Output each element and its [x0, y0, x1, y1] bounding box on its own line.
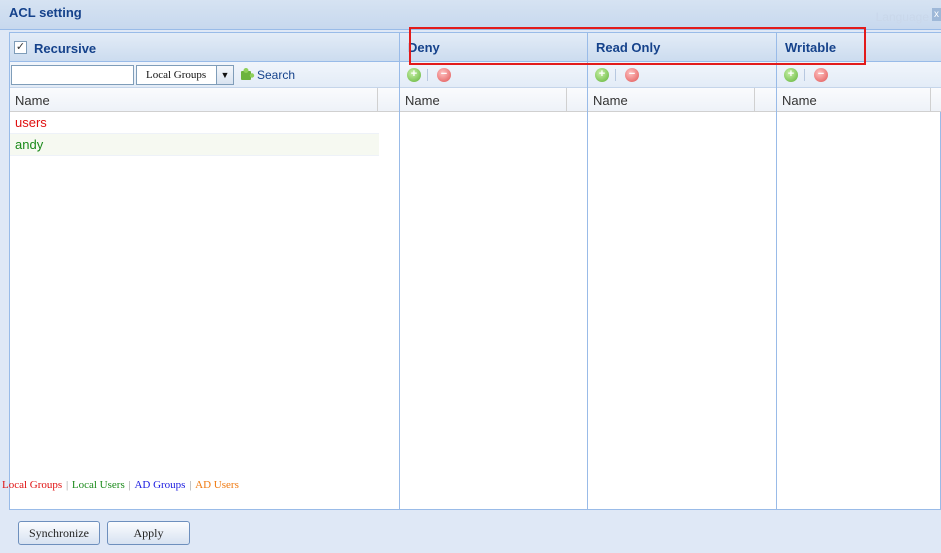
read-only-toolbar: + −	[588, 62, 776, 88]
user-group-panel: ✓ Recursive Local Groups ▼ Search Name u…	[2, 33, 400, 509]
filter-separator: |	[65, 479, 69, 491]
window-title: ACL setting	[9, 5, 82, 20]
list-item-label: users	[15, 115, 47, 130]
writable-toolbar: + −	[777, 62, 941, 88]
acl-window: ✓ Recursive Local Groups ▼ Search Name u…	[2, 32, 941, 510]
add-icon[interactable]: +	[595, 68, 609, 82]
read-only-column-header[interactable]: Name	[588, 88, 776, 112]
list-item[interactable]: users	[10, 112, 379, 134]
language-label[interactable]: Language	[876, 10, 929, 24]
remove-icon[interactable]: −	[437, 68, 451, 82]
writable-column-name: Name	[782, 93, 817, 108]
button-bar: Synchronize Apply	[0, 512, 941, 553]
deny-column-header[interactable]: Name	[400, 88, 587, 112]
group-type-value: Local Groups	[146, 69, 207, 81]
read-only-title: Read Only	[596, 40, 661, 55]
read-only-header: Read Only	[588, 33, 776, 62]
filter-ad-users[interactable]: AD Users	[195, 479, 239, 491]
toolbar-divider	[615, 69, 616, 81]
filter-local-users[interactable]: Local Users	[72, 479, 125, 491]
column-divider[interactable]	[930, 88, 931, 112]
group-type-select[interactable]: Local Groups ▼	[136, 65, 234, 85]
filter-ad-groups[interactable]: AD Groups	[134, 479, 185, 491]
toolbar-divider	[804, 69, 805, 81]
add-icon[interactable]: +	[784, 68, 798, 82]
filter-separator: |	[189, 479, 192, 491]
synchronize-button[interactable]: Synchronize	[18, 521, 100, 545]
recursive-header: ✓ Recursive	[10, 33, 399, 62]
filter-local-groups[interactable]: Local Groups	[2, 479, 62, 491]
add-icon[interactable]: +	[407, 68, 421, 82]
column-divider[interactable]	[754, 88, 755, 112]
read-only-panel: Read Only + − Name	[588, 33, 777, 509]
apply-button[interactable]: Apply	[107, 521, 190, 545]
writable-header: Writable	[777, 33, 941, 62]
list-item[interactable]: andy	[10, 134, 379, 156]
toolbar-divider	[427, 69, 428, 81]
writable-column-header[interactable]: Name	[777, 88, 941, 112]
search-button[interactable]: Search	[239, 66, 295, 84]
close-icon[interactable]: x	[932, 8, 941, 21]
search-label: Search	[257, 68, 296, 82]
left-column-name: Name	[15, 93, 50, 108]
deny-panel: Deny + − Name	[400, 33, 588, 509]
search-input[interactable]	[11, 65, 134, 85]
read-only-column-name: Name	[593, 93, 628, 108]
deny-column-name: Name	[405, 93, 440, 108]
chevron-down-icon[interactable]: ▼	[216, 66, 233, 84]
search-toolbar: Local Groups ▼ Search	[10, 62, 399, 88]
window-titlebar: ACL setting Language x	[0, 0, 941, 30]
deny-header: Deny	[400, 33, 587, 62]
recursive-label: Recursive	[34, 41, 97, 56]
column-divider[interactable]	[377, 88, 378, 112]
list-item-label: andy	[15, 137, 44, 152]
filter-separator: |	[128, 479, 131, 491]
remove-icon[interactable]: −	[625, 68, 639, 82]
recursive-checkbox[interactable]: ✓	[14, 41, 27, 54]
column-divider[interactable]	[566, 88, 567, 112]
writable-panel: Writable + − Name	[777, 33, 941, 509]
left-column-header[interactable]: Name	[10, 88, 399, 112]
deny-title: Deny	[408, 40, 440, 55]
remove-icon[interactable]: −	[814, 68, 828, 82]
puzzle-search-icon	[239, 67, 255, 81]
deny-toolbar: + −	[400, 62, 587, 88]
filter-legend: Local Groups | Local Users | AD Groups |…	[2, 479, 392, 509]
writable-title: Writable	[785, 40, 837, 55]
